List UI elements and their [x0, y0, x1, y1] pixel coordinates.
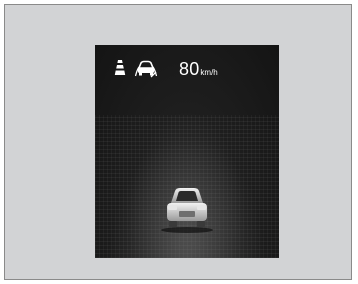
speed-value: 80: [179, 59, 200, 79]
lane-keeping-icon: [114, 60, 126, 75]
speed-readout: 80km/h: [179, 59, 218, 80]
driver-info-display: 80km/h: [95, 45, 279, 258]
steering-assist-icon: [135, 60, 157, 78]
speed-unit: km/h: [200, 68, 218, 77]
lead-car-icon: [161, 188, 213, 233]
figure-frame: 80km/h: [4, 4, 352, 280]
status-bar: 80km/h: [95, 58, 279, 80]
